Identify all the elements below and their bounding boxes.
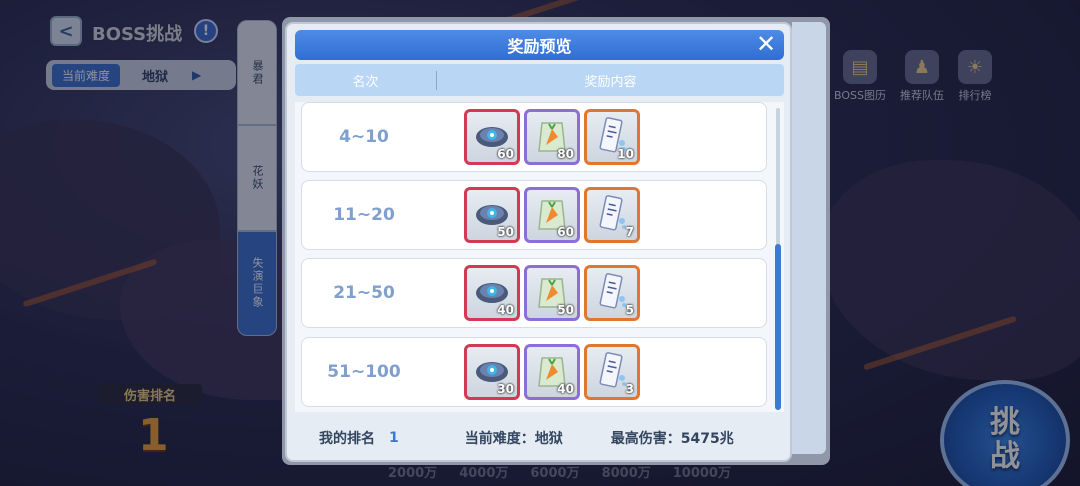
reward-list[interactable]: 4~10 60 80 10 11~20 50 60 7 21~50 40 50 5 51~100 30 40…: [295, 102, 784, 412]
close-button[interactable]: ✕: [754, 32, 778, 56]
close-icon: ✕: [755, 30, 777, 58]
rank-range: 11~20: [333, 205, 395, 225]
item-count: 5: [625, 303, 634, 317]
max-damage: 最高伤害：5475兆: [610, 431, 734, 447]
reward-item[interactable]: 80: [524, 109, 580, 165]
reward-item[interactable]: 50: [464, 187, 520, 243]
reward-item[interactable]: 40: [524, 344, 580, 400]
item-count: 50: [557, 303, 574, 317]
dialog-footer: 我的排名 1 当前难度：地狱 最高伤害：5475兆: [295, 420, 784, 456]
scrollbar-thumb[interactable]: [775, 244, 781, 410]
reward-item[interactable]: 7: [584, 187, 640, 243]
item-count: 10: [617, 147, 634, 161]
item-count: 60: [557, 225, 574, 239]
reward-row: 51~100 30 40 3: [301, 337, 767, 407]
reward-item[interactable]: 40: [464, 265, 520, 321]
item-count: 80: [557, 147, 574, 161]
rank-range: 21~50: [333, 283, 395, 303]
reward-row: 4~10 60 80 10: [301, 102, 767, 172]
reward-item[interactable]: 5: [584, 265, 640, 321]
reward-row: 21~50 40 50 5: [301, 258, 767, 328]
dialog-header: 奖励预览 ✕: [295, 30, 784, 60]
reward-items: 30 40 3: [464, 344, 640, 400]
item-count: 3: [625, 382, 634, 396]
reward-item[interactable]: 30: [464, 344, 520, 400]
reward-items: 50 60 7: [464, 187, 640, 243]
rank-range: 4~10: [339, 127, 389, 147]
current-difficulty: 当前难度：地狱: [464, 431, 563, 447]
reward-items: 60 80 10: [464, 109, 640, 165]
item-count: 40: [497, 303, 514, 317]
my-rank-label: 我的排名: [319, 431, 375, 447]
reward-item[interactable]: 60: [524, 187, 580, 243]
reward-item[interactable]: 3: [584, 344, 640, 400]
table-header: 名次 奖励内容: [295, 64, 784, 96]
item-count: 60: [497, 147, 514, 161]
item-count: 30: [497, 382, 514, 396]
reward-items: 40 50 5: [464, 265, 640, 321]
reward-preview-dialog: 奖励预览 ✕ 名次 奖励内容 4~10 60 80 10 11~20 50 60 7 21~50…: [285, 22, 792, 462]
my-rank-value: 1: [389, 430, 399, 446]
reward-row: 11~20 50 60 7: [301, 180, 767, 250]
column-header-rank: 名次: [295, 70, 437, 90]
column-header-rewards: 奖励内容: [584, 74, 637, 90]
modal-frame-edge: [792, 22, 826, 454]
reward-item[interactable]: 50: [524, 265, 580, 321]
reward-item[interactable]: 60: [464, 109, 520, 165]
item-count: 40: [557, 382, 574, 396]
item-count: 7: [625, 225, 634, 239]
rank-range: 51~100: [327, 362, 401, 382]
item-count: 50: [497, 225, 514, 239]
reward-item[interactable]: 10: [584, 109, 640, 165]
dialog-title: 奖励预览: [507, 37, 572, 56]
